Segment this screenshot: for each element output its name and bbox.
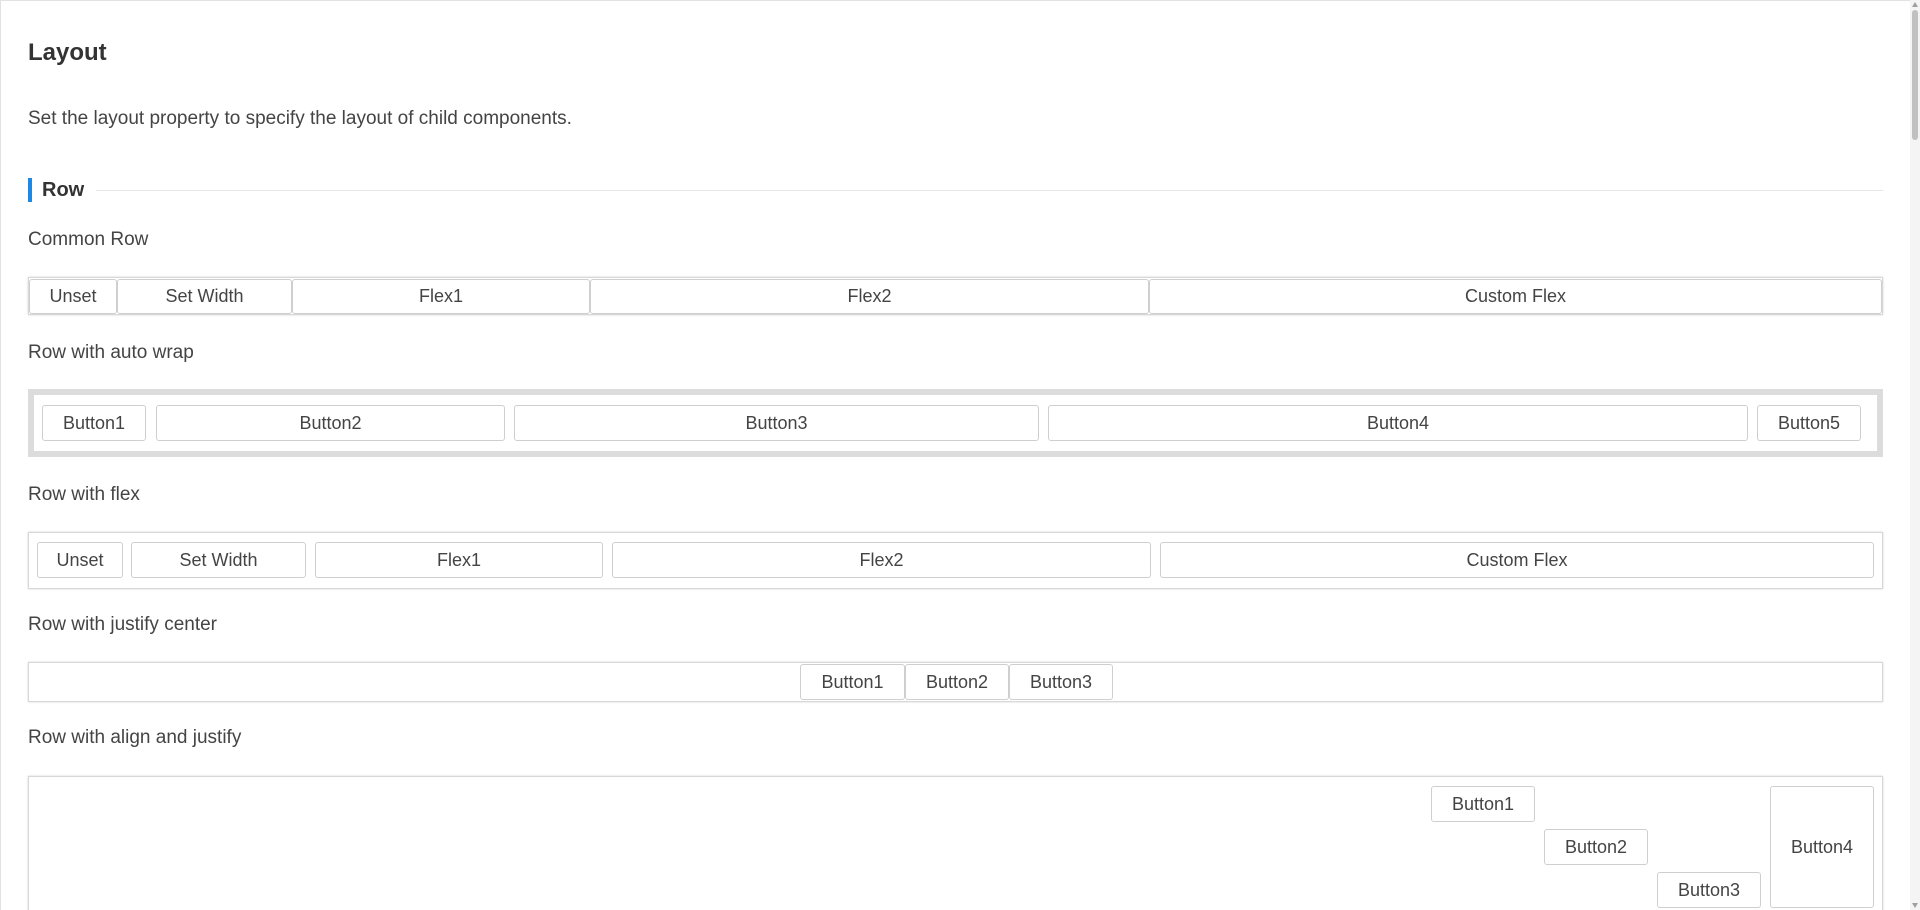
wrap-button3[interactable]: Button3 bbox=[514, 405, 1039, 441]
scroll-up-arrow-icon[interactable] bbox=[1912, 2, 1918, 7]
center-button3[interactable]: Button3 bbox=[1009, 664, 1113, 700]
section-title: Row bbox=[42, 178, 85, 201]
auto-wrap-label: Row with auto wrap bbox=[28, 342, 194, 363]
wrap-button2[interactable]: Button2 bbox=[156, 405, 505, 441]
section-divider bbox=[96, 189, 1883, 191]
common-unset-button[interactable]: Unset bbox=[29, 279, 117, 314]
align-button4[interactable]: Button4 bbox=[1770, 786, 1874, 908]
align-justify-label: Row with align and justify bbox=[28, 727, 242, 748]
section-accent-bar bbox=[28, 178, 32, 202]
align-button1[interactable]: Button1 bbox=[1431, 786, 1535, 822]
auto-wrap-container: Button1 Button2 Button3 Button4 Button5 bbox=[28, 389, 1883, 457]
flex-row-label: Row with flex bbox=[28, 484, 140, 505]
center-button1[interactable]: Button1 bbox=[800, 664, 905, 700]
align-justify-container: Button1 Button2 Button3 Button4 bbox=[28, 776, 1883, 910]
common-custom-flex-button[interactable]: Custom Flex bbox=[1149, 279, 1882, 314]
flex-flex2-button[interactable]: Flex2 bbox=[612, 542, 1151, 578]
section-heading-row: Row bbox=[28, 177, 1883, 203]
page-title: Layout bbox=[28, 39, 107, 66]
flex-row-container: Unset Set Width Flex1 Flex2 Custom Flex bbox=[28, 532, 1883, 589]
align-button3[interactable]: Button3 bbox=[1657, 872, 1761, 908]
wrap-button5[interactable]: Button5 bbox=[1757, 405, 1861, 441]
wrap-button1[interactable]: Button1 bbox=[42, 405, 146, 441]
center-button2[interactable]: Button2 bbox=[905, 664, 1009, 700]
justify-center-container: Button1 Button2 Button3 bbox=[28, 662, 1883, 702]
page: Layout Set the layout property to specif… bbox=[0, 0, 1910, 910]
flex-custom-flex-button[interactable]: Custom Flex bbox=[1160, 542, 1874, 578]
common-flex2-button[interactable]: Flex2 bbox=[590, 279, 1149, 314]
flex-unset-button[interactable]: Unset bbox=[37, 542, 123, 578]
common-row-container: Unset Set Width Flex1 Flex2 Custom Flex bbox=[28, 277, 1883, 315]
common-set-width-button[interactable]: Set Width bbox=[117, 279, 292, 314]
common-flex1-button[interactable]: Flex1 bbox=[292, 279, 590, 314]
scroll-down-arrow-icon[interactable] bbox=[1912, 903, 1918, 908]
common-row-label: Common Row bbox=[28, 229, 149, 250]
flex-set-width-button[interactable]: Set Width bbox=[131, 542, 306, 578]
page-description: Set the layout property to specify the l… bbox=[28, 108, 572, 129]
vertical-scrollbar[interactable] bbox=[1910, 0, 1920, 910]
align-button2[interactable]: Button2 bbox=[1544, 829, 1648, 865]
justify-center-label: Row with justify center bbox=[28, 614, 218, 635]
scrollbar-thumb[interactable] bbox=[1912, 10, 1918, 140]
wrap-button4[interactable]: Button4 bbox=[1048, 405, 1748, 441]
flex-flex1-button[interactable]: Flex1 bbox=[315, 542, 603, 578]
